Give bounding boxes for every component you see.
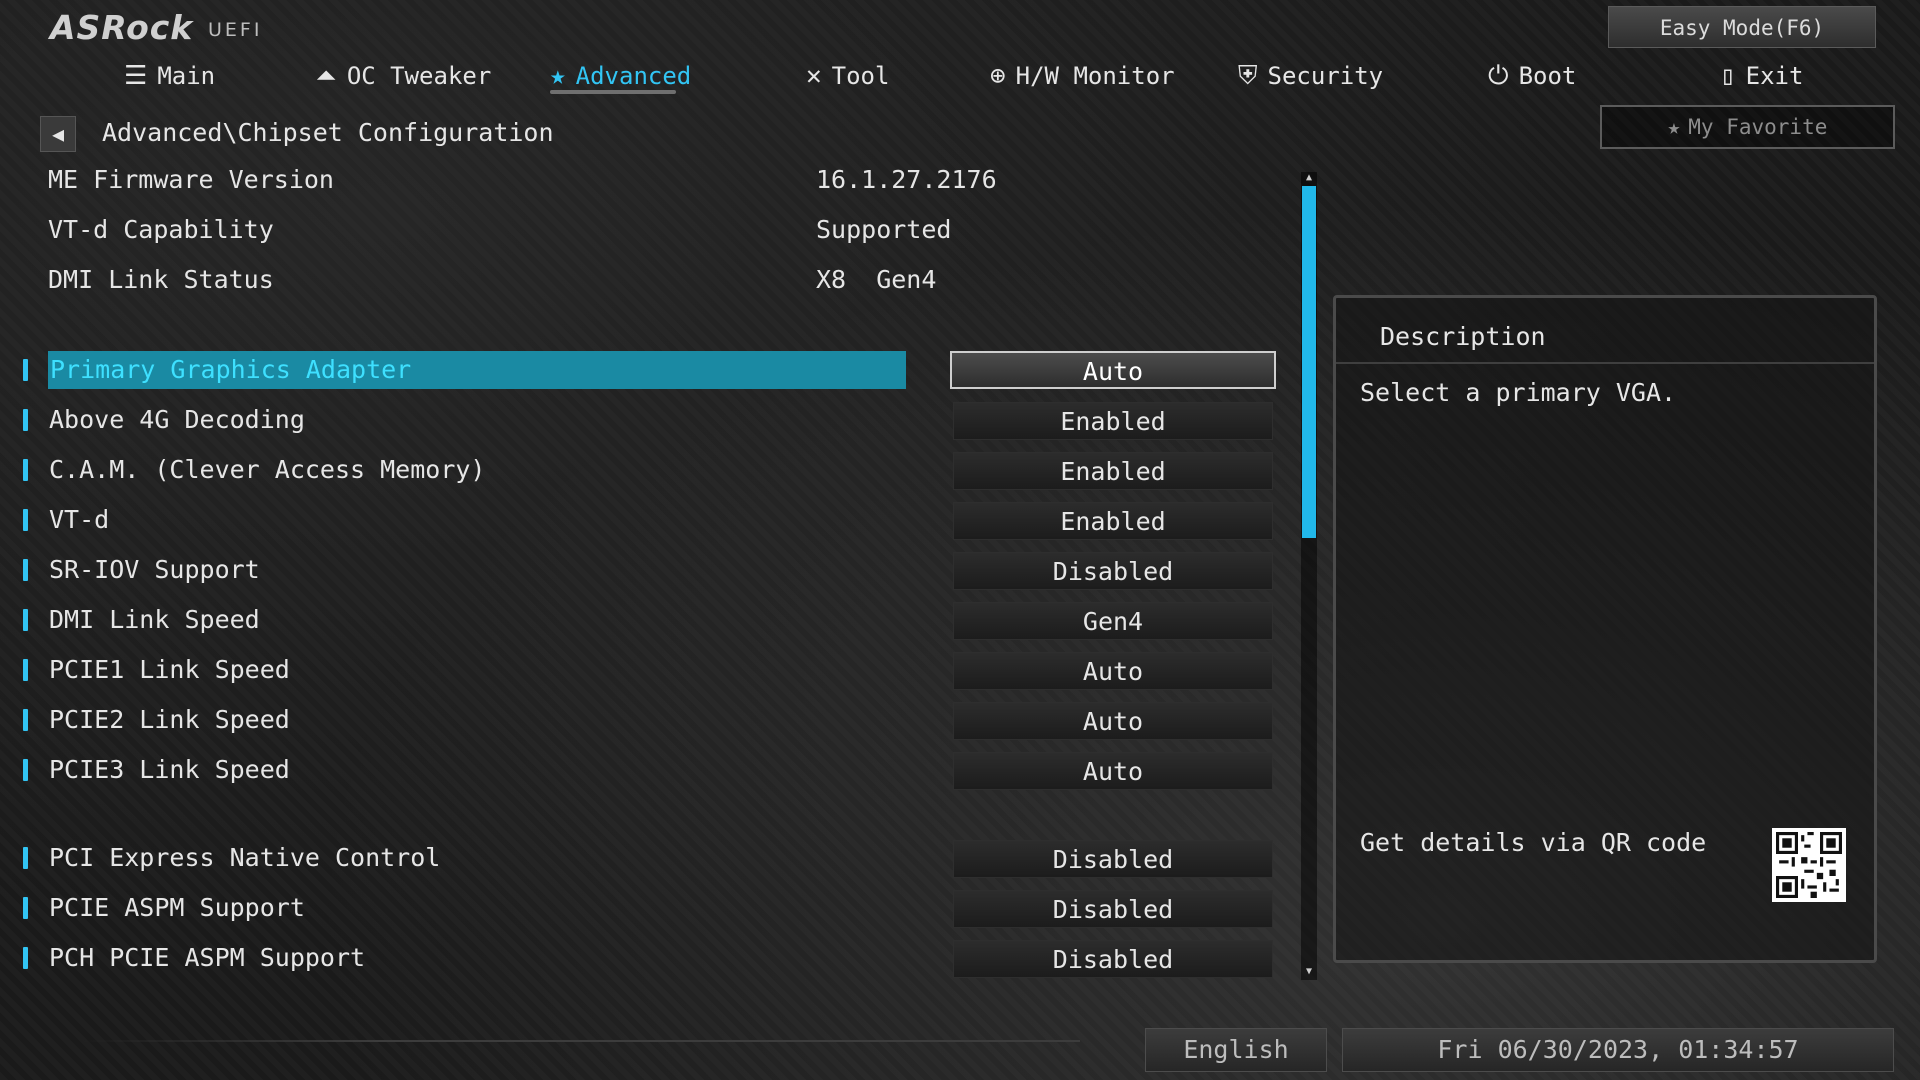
crosshair-icon: ⊕ (990, 61, 1006, 91)
setting-value-pci-express-native[interactable]: Disabled (953, 840, 1273, 878)
info-value-dmi-link-status: X8 Gen4 (816, 265, 937, 294)
setting-label-pcie3-link-speed[interactable]: PCIE3 Link Speed (49, 751, 290, 789)
setting-value-pcie2-link-speed[interactable]: Auto (953, 702, 1273, 740)
setting-label-pcie-aspm[interactable]: PCIE ASPM Support (49, 889, 305, 927)
setting-label-pch-pcie-aspm[interactable]: PCH PCIE ASPM Support (49, 939, 365, 977)
setting-value-above-4g[interactable]: Enabled (953, 402, 1273, 440)
qr-caption: Get details via QR code (1360, 828, 1707, 857)
asrock-logo: ASRock (50, 8, 194, 47)
setting-value-cam[interactable]: Enabled (953, 452, 1273, 490)
tab-label: H/W Monitor (1015, 62, 1175, 90)
row-marker (23, 559, 28, 581)
setting-label-dmi-link-speed[interactable]: DMI Link Speed (49, 601, 260, 639)
tab-label: Exit (1745, 62, 1804, 90)
back-arrow-icon: ◀ (51, 122, 65, 146)
tab-label: Boot (1518, 62, 1577, 90)
setting-value-sr-iov[interactable]: Disabled (953, 552, 1273, 590)
setting-label-above-4g[interactable]: Above 4G Decoding (49, 401, 305, 439)
shield-icon: ⛨ (1238, 60, 1258, 91)
language-button[interactable]: English (1145, 1028, 1327, 1072)
tab-oc-tweaker[interactable]: ⏶ OC Tweaker (316, 58, 491, 94)
scroll-down-icon[interactable]: ▼ (1301, 966, 1317, 978)
row-marker (23, 409, 28, 431)
setting-value-vtd[interactable]: Enabled (953, 502, 1273, 540)
setting-label-sr-iov[interactable]: SR-IOV Support (49, 551, 260, 589)
row-marker (23, 709, 28, 731)
easy-mode-button[interactable]: Easy Mode(F6) (1608, 6, 1876, 48)
setting-label-primary-graphics[interactable]: Primary Graphics Adapter (48, 351, 906, 389)
tab-label: Advanced (575, 62, 692, 90)
tab-advanced[interactable]: ★ Advanced (550, 58, 691, 94)
scroll-up-icon[interactable]: ▲ (1301, 172, 1317, 184)
tab-boot[interactable]: ⏻ Boot (1488, 58, 1576, 94)
tab-label: Tool (831, 62, 890, 90)
row-marker (23, 659, 28, 681)
tab-exit[interactable]: ▯ Exit (1720, 58, 1803, 94)
power-icon: ⏻ (1488, 60, 1509, 91)
tab-tool[interactable]: ✕ Tool (806, 58, 889, 94)
setting-label-cam[interactable]: C.A.M. (Clever Access Memory) (49, 451, 486, 489)
description-text: Select a primary VGA. (1360, 378, 1677, 407)
row-marker (23, 359, 28, 381)
setting-value-primary-graphics[interactable]: Auto (950, 351, 1276, 389)
info-label-vtd-capability: VT-d Capability (48, 215, 274, 244)
my-favorite-button[interactable]: ★ My Favorite (1600, 105, 1895, 149)
description-title: Description (1380, 322, 1546, 351)
row-marker (23, 509, 28, 531)
tab-label: Main (157, 62, 216, 90)
row-marker (23, 459, 28, 481)
setting-label-vtd[interactable]: VT-d (49, 501, 109, 539)
tab-label: Security (1267, 62, 1384, 90)
tab-hw-monitor[interactable]: ⊕ H/W Monitor (990, 58, 1175, 94)
setting-value-dmi-link-speed[interactable]: Gen4 (953, 602, 1273, 640)
setting-value-pcie1-link-speed[interactable]: Auto (953, 652, 1273, 690)
row-marker (23, 897, 28, 919)
info-value-me-firmware: 16.1.27.2176 (816, 165, 997, 194)
datetime-display: Fri 06/30/2023, 01:34:57 (1342, 1028, 1894, 1072)
back-button[interactable]: ◀ (40, 116, 76, 152)
info-label-me-firmware: ME Firmware Version (48, 165, 334, 194)
tab-label: OC Tweaker (346, 62, 492, 90)
uefi-label: UEFI (208, 19, 263, 41)
star-icon: ★ (1667, 115, 1681, 139)
tools-icon: ✕ (806, 61, 822, 91)
scrollbar-thumb[interactable] (1302, 186, 1316, 538)
breadcrumb: Advanced\Chipset Configuration (102, 118, 554, 147)
setting-label-pcie1-link-speed[interactable]: PCIE1 Link Speed (49, 651, 290, 689)
rocket-icon: ⏶ (316, 60, 337, 91)
tab-main[interactable]: ☰ Main (124, 58, 215, 94)
info-label-dmi-link-status: DMI Link Status (48, 265, 274, 294)
decorative-bottom-line (80, 1040, 1080, 1042)
row-marker (23, 609, 28, 631)
setting-label-pcie2-link-speed[interactable]: PCIE2 Link Speed (49, 701, 290, 739)
row-marker (23, 759, 28, 781)
info-value-vtd-capability: Supported (816, 215, 952, 244)
setting-value-pch-pcie-aspm[interactable]: Disabled (953, 940, 1273, 978)
row-marker (23, 947, 28, 969)
qr-code-icon (1772, 828, 1846, 902)
active-tab-indicator (550, 90, 676, 94)
exit-door-icon: ▯ (1720, 61, 1736, 91)
my-favorite-label: My Favorite (1688, 115, 1828, 139)
star-icon: ★ (550, 61, 566, 91)
tab-security[interactable]: ⛨ Security (1238, 58, 1383, 94)
row-marker (23, 847, 28, 869)
setting-value-pcie3-link-speed[interactable]: Auto (953, 752, 1273, 790)
qr-code-graphic (1776, 832, 1842, 898)
setting-value-pcie-aspm[interactable]: Disabled (953, 890, 1273, 928)
description-divider (1336, 362, 1874, 364)
list-icon: ☰ (124, 61, 148, 91)
setting-label-pci-express-native[interactable]: PCI Express Native Control (49, 839, 440, 877)
